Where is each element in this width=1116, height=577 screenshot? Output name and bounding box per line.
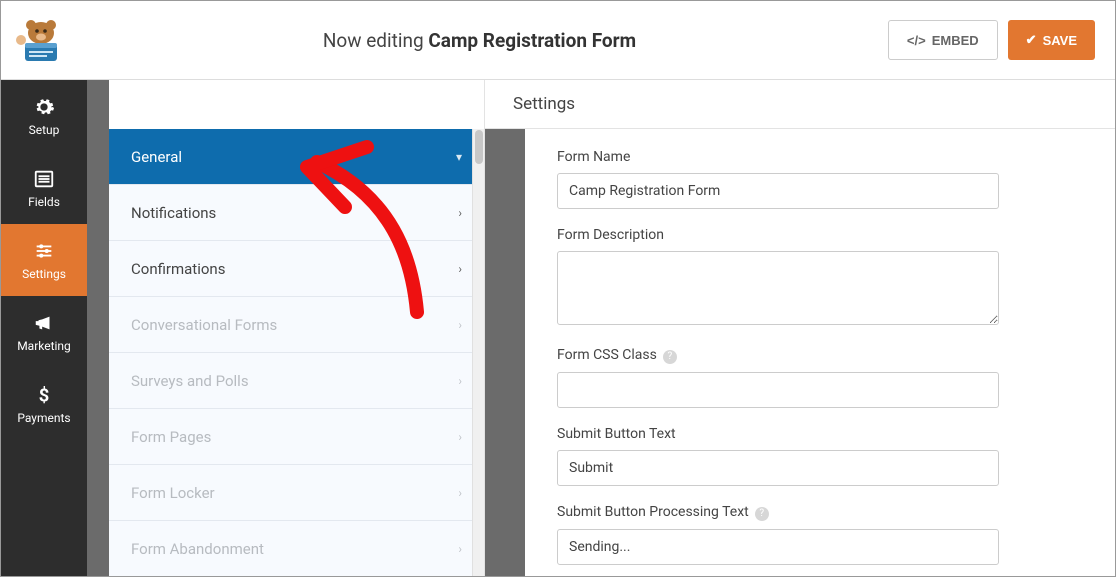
sidebar-item-label: Form Locker bbox=[131, 484, 215, 502]
sidebar-item-abandonment[interactable]: Form Abandonment › bbox=[109, 521, 484, 577]
embed-button[interactable]: </> EMBED bbox=[888, 20, 998, 60]
dollar-icon: $ bbox=[33, 384, 55, 406]
sidebar-item-surveys[interactable]: Surveys and Polls › bbox=[109, 353, 484, 409]
app-logo bbox=[11, 15, 71, 65]
submit-text-input[interactable] bbox=[557, 450, 999, 486]
form-description-input[interactable] bbox=[557, 251, 999, 325]
chevron-right-icon: › bbox=[458, 206, 462, 220]
rail-fields-label: Fields bbox=[28, 195, 60, 209]
editing-form-name: Camp Registration Form bbox=[428, 29, 636, 52]
bullhorn-icon bbox=[33, 312, 55, 334]
save-label: SAVE bbox=[1043, 33, 1077, 48]
settings-sidebar: General ▾ Notifications › Confirmations … bbox=[109, 80, 485, 576]
sidebar-item-confirmations[interactable]: Confirmations › bbox=[109, 241, 484, 297]
save-button[interactable]: ✔ SAVE bbox=[1008, 20, 1095, 60]
submit-processing-input[interactable] bbox=[557, 529, 999, 565]
chevron-right-icon: › bbox=[458, 542, 462, 556]
rail-marketing[interactable]: Marketing bbox=[1, 296, 87, 368]
form-name-label: Form Name bbox=[557, 149, 1083, 165]
sidebar-item-label: Form Abandonment bbox=[131, 540, 264, 558]
form-description-label: Form Description bbox=[557, 227, 1083, 243]
svg-text:$: $ bbox=[39, 385, 50, 406]
panel-body: Form Name Form Description Form CSS Clas… bbox=[485, 129, 1115, 576]
check-icon: ✔ bbox=[1026, 32, 1037, 48]
panel-title: Settings bbox=[485, 80, 1115, 129]
chevron-right-icon: › bbox=[458, 486, 462, 500]
sidebar-item-label: Form Pages bbox=[131, 428, 211, 446]
css-class-input[interactable] bbox=[557, 372, 999, 408]
scrollbar-thumb[interactable] bbox=[475, 130, 483, 164]
list-icon bbox=[33, 168, 55, 190]
rail-payments[interactable]: $ Payments bbox=[1, 368, 87, 440]
sidebar-item-label: Conversational Forms bbox=[131, 316, 277, 334]
sidebar-scrollbar[interactable] bbox=[472, 129, 484, 576]
sidebar-item-label: Notifications bbox=[131, 204, 216, 222]
sidebar-item-general[interactable]: General ▾ bbox=[109, 129, 484, 185]
form-name-input[interactable] bbox=[557, 173, 999, 209]
rail-settings-label: Settings bbox=[22, 267, 66, 281]
rail-settings[interactable]: Settings bbox=[1, 224, 87, 296]
top-bar: Now editing Camp Registration Form </> E… bbox=[1, 1, 1115, 80]
css-class-label-text: Form CSS Class bbox=[557, 347, 657, 363]
rail-setup-label: Setup bbox=[29, 123, 60, 137]
editing-prefix: Now editing bbox=[323, 29, 429, 52]
sidebar-item-label: Surveys and Polls bbox=[131, 372, 249, 390]
rail-fields[interactable]: Fields bbox=[1, 152, 87, 224]
sidebar-item-notifications[interactable]: Notifications › bbox=[109, 185, 484, 241]
sidebar-gutter bbox=[87, 80, 109, 576]
submit-text-label: Submit Button Text bbox=[557, 426, 1083, 442]
main-panel: Settings Form Name Form Description Form… bbox=[485, 80, 1115, 576]
help-icon[interactable]: ? bbox=[663, 350, 677, 364]
chevron-right-icon: › bbox=[458, 374, 462, 388]
code-icon: </> bbox=[907, 33, 926, 48]
submit-processing-label-text: Submit Button Processing Text bbox=[557, 504, 749, 520]
sidebar-header-blank bbox=[109, 80, 484, 129]
css-class-label: Form CSS Class? bbox=[557, 347, 1083, 364]
submit-processing-label: Submit Button Processing Text? bbox=[557, 504, 1083, 521]
nav-rail: Setup Fields Settings Marketing $ Paymen… bbox=[1, 80, 87, 576]
rail-marketing-label: Marketing bbox=[17, 339, 71, 353]
editing-title: Now editing Camp Registration Form bbox=[71, 29, 888, 52]
chevron-right-icon: › bbox=[458, 430, 462, 444]
gear-icon bbox=[33, 96, 55, 118]
help-icon[interactable]: ? bbox=[755, 507, 769, 521]
sliders-icon bbox=[33, 240, 55, 262]
chevron-right-icon: › bbox=[458, 262, 462, 276]
rail-payments-label: Payments bbox=[17, 411, 70, 425]
rail-setup[interactable]: Setup bbox=[1, 80, 87, 152]
sidebar-item-label: General bbox=[131, 148, 182, 166]
chevron-down-icon: ▾ bbox=[456, 150, 462, 164]
chevron-right-icon: › bbox=[458, 318, 462, 332]
embed-label: EMBED bbox=[932, 33, 979, 48]
sidebar-item-locker[interactable]: Form Locker › bbox=[109, 465, 484, 521]
sidebar-item-label: Confirmations bbox=[131, 260, 225, 278]
sidebar-item-pages[interactable]: Form Pages › bbox=[109, 409, 484, 465]
sidebar-item-conversational[interactable]: Conversational Forms › bbox=[109, 297, 484, 353]
